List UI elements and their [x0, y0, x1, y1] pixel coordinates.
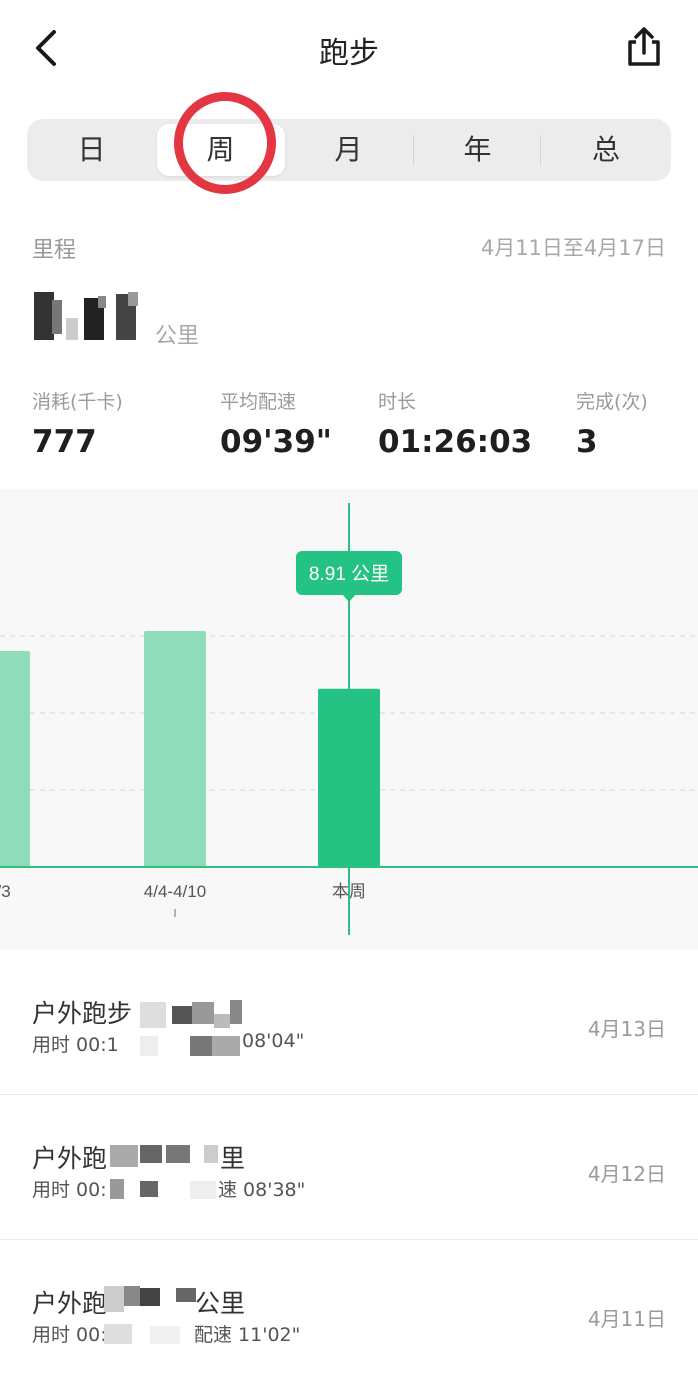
weekly-mileage-chart[interactable]: -4/3 4/4-4/10 本周 8.91 公里 [0, 489, 698, 949]
stat-pace-value: 09'39" [220, 424, 332, 460]
tab-total[interactable]: 总 [541, 119, 671, 181]
red-highlight-circle [174, 92, 276, 194]
chart-bar [144, 631, 206, 867]
period-segmented-control: 日 周 月 年 总 [27, 119, 671, 181]
page-title: 跑步 [319, 36, 379, 71]
tab-month[interactable]: 月 [284, 119, 413, 181]
tooltip-label: 8.91 公里 [309, 564, 389, 585]
activity-date: 4月11日 [587, 1307, 666, 1331]
x-tick-label: 4/4-4/10 [144, 882, 206, 901]
mileage-label: 里程 [32, 238, 77, 263]
x-tick-label: -4/3 [0, 882, 11, 901]
activity-date: 4月13日 [587, 1017, 666, 1041]
stat-calories-value: 777 [32, 424, 97, 460]
mileage-unit: 公里 [155, 324, 200, 349]
stat-duration-value: 01:26:03 [378, 424, 533, 460]
activity-duration: 用时 00:1 [32, 1034, 119, 1056]
activity-date: 4月12日 [587, 1162, 666, 1186]
share-icon[interactable] [624, 26, 664, 68]
mileage-value-redacted [34, 292, 138, 340]
tab-year[interactable]: 年 [413, 119, 542, 181]
activity-row[interactable]: 户外跑 公里 用时 00:4 配速 11'02" 4月11日 [0, 1240, 698, 1384]
activity-pace: 08'04" [242, 1030, 305, 1052]
chart-bar [318, 688, 380, 867]
activity-title: 户外跑步 [32, 999, 133, 1028]
stat-count-label: 完成(次) [576, 391, 648, 413]
tooltip-pointer [342, 594, 356, 602]
activity-pace: 速 08'38" [218, 1179, 306, 1201]
activity-distance-unit: 里 [220, 1144, 246, 1173]
activity-title: 户外跑 [32, 1144, 108, 1173]
stat-pace-label: 平均配速 [220, 391, 297, 413]
activity-row[interactable]: 户外跑 里 用时 00: 速 08'38" 4月12日 [0, 1095, 698, 1239]
chart-bar [0, 651, 30, 867]
date-range: 4月11日至4月17日 [480, 236, 666, 260]
stat-calories-label: 消耗(千卡) [32, 391, 123, 413]
activity-duration: 用时 00: [32, 1179, 107, 1201]
stat-count-value: 3 [576, 424, 598, 460]
activity-pace: 配速 11'02" [194, 1324, 301, 1346]
activity-title: 户外跑 [32, 1289, 108, 1318]
stat-duration-label: 时长 [378, 391, 417, 413]
tab-day[interactable]: 日 [27, 119, 156, 181]
activity-row[interactable]: 户外跑步 用时 00:1 08'04" 4月13日 [0, 950, 698, 1094]
activity-distance-unit: 公里 [195, 1289, 246, 1318]
x-tick-label: 本周 [332, 882, 366, 901]
